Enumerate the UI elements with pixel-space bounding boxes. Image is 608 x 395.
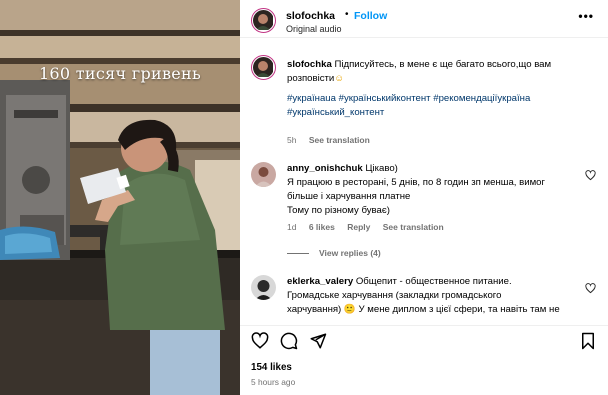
original-audio-link[interactable]: Original audio bbox=[286, 24, 342, 34]
post-header: slofochka • Follow Original audio ••• bbox=[240, 0, 608, 38]
comment-text-line: Тому по різному буває) bbox=[287, 205, 390, 216]
caption-username[interactable]: slofochka bbox=[287, 59, 332, 70]
comment-text-line: Громадське харчування (закладки громадсь… bbox=[287, 290, 502, 301]
see-translation-button[interactable]: See translation bbox=[383, 222, 444, 232]
comment-username[interactable]: eklerka_valery bbox=[287, 276, 353, 287]
comment-text-line: харчування) 🙂 У мене диплом з цієї сфери… bbox=[287, 304, 560, 315]
replies-divider-line bbox=[287, 253, 309, 255]
author-avatar[interactable] bbox=[251, 8, 276, 33]
author-username[interactable]: slofochka bbox=[286, 10, 335, 22]
like-comment-heart-icon[interactable] bbox=[585, 170, 596, 181]
caption-avatar[interactable] bbox=[251, 55, 276, 80]
comment-icon[interactable] bbox=[280, 332, 298, 350]
view-replies-label: View replies (4) bbox=[319, 248, 381, 258]
comment-text-line: Цікаво) bbox=[365, 163, 398, 174]
caption-hashtags[interactable]: #українаua #українськийконтент #рекоменд… bbox=[287, 92, 587, 120]
post-actions-bar: 154 likes 5 hours ago bbox=[240, 325, 608, 395]
likes-count[interactable]: 154 likes bbox=[251, 362, 292, 373]
comments-list[interactable]: slofochka Підписуйтесь, в мене є ще бага… bbox=[240, 39, 608, 324]
share-icon[interactable] bbox=[309, 332, 327, 350]
heart-icon[interactable] bbox=[251, 332, 269, 350]
video-overlay-caption: 160 тисяч гривень bbox=[38, 64, 202, 83]
caption-age: 5h bbox=[287, 135, 297, 145]
more-options-icon[interactable]: ••• bbox=[578, 9, 594, 23]
see-translation-button[interactable]: See translation bbox=[309, 135, 370, 145]
post-timestamp[interactable]: 5 hours ago bbox=[251, 377, 295, 387]
smile-emoji: ☺ bbox=[334, 73, 345, 84]
comment-body: eklerka_valery Общепит - общественное пи… bbox=[287, 275, 587, 317]
comment-text-line: більше і харчування платне bbox=[287, 191, 411, 202]
header-separator: • bbox=[345, 9, 349, 20]
commenter-avatar[interactable] bbox=[251, 162, 276, 187]
caption-meta: 5h See translation bbox=[287, 135, 380, 145]
caption-body: slofochka Підписуйтесь, в мене є ще бага… bbox=[287, 58, 587, 120]
like-comment-heart-icon[interactable] bbox=[585, 283, 596, 294]
post-detail-panel: slofochka • Follow Original audio ••• sl… bbox=[240, 0, 608, 395]
comment-meta: 1d 6 likes Reply See translation bbox=[287, 222, 454, 232]
comment-likes-count[interactable]: 6 likes bbox=[309, 222, 335, 232]
comment-username[interactable]: anny_onishchuk bbox=[287, 163, 363, 174]
bookmark-icon[interactable] bbox=[579, 332, 597, 350]
comment-text-line: Общепит - общественное питание. bbox=[355, 276, 512, 287]
view-replies-button[interactable]: View replies (4) bbox=[287, 248, 381, 258]
follow-button[interactable]: Follow bbox=[354, 10, 387, 22]
media-illustration bbox=[0, 0, 240, 395]
commenter-avatar[interactable] bbox=[251, 275, 276, 300]
comment-body: anny_onishchuk Цікаво) Я працюю в рестор… bbox=[287, 162, 587, 218]
post-media[interactable]: 160 тисяч гривень bbox=[0, 0, 240, 395]
comment-age: 1d bbox=[287, 222, 297, 232]
reply-button[interactable]: Reply bbox=[347, 222, 370, 232]
comment-text-line: Я працюю в ресторані, 5 днів, по 8 годин… bbox=[287, 177, 546, 188]
